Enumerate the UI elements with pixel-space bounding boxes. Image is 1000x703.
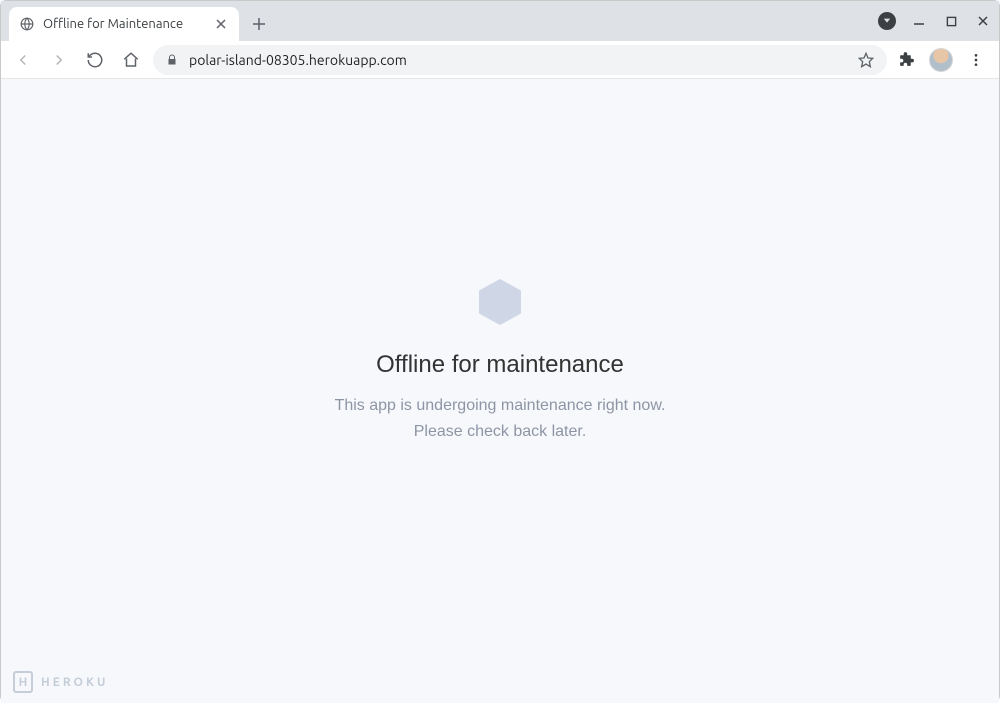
page-content: Offline for maintenance This app is unde… (1, 79, 999, 703)
tab-title: Offline for Maintenance (43, 17, 205, 31)
globe-icon (19, 16, 35, 32)
hexagon-icon (475, 277, 525, 327)
window-maximize-button[interactable] (941, 11, 961, 31)
heroku-logo-icon: H (13, 671, 33, 693)
maintenance-panel: Offline for maintenance This app is unde… (335, 277, 666, 444)
home-button[interactable] (117, 46, 145, 74)
maintenance-message-line2: Please check back later. (414, 419, 587, 445)
heroku-footer: H HEROKU (13, 671, 108, 693)
address-bar[interactable]: polar-island-08305.herokuapp.com (153, 45, 887, 75)
bookmark-star-icon[interactable] (857, 51, 875, 69)
incognito-indicator-icon[interactable] (877, 11, 897, 31)
window-close-button[interactable] (973, 11, 993, 31)
window-controls (877, 1, 993, 41)
reload-button[interactable] (81, 46, 109, 74)
heroku-wordmark: HEROKU (41, 676, 108, 689)
forward-button[interactable] (45, 46, 73, 74)
back-button[interactable] (9, 46, 37, 74)
browser-tab[interactable]: Offline for Maintenance (9, 7, 239, 41)
close-tab-button[interactable] (213, 16, 229, 32)
toolbar: polar-island-08305.herokuapp.com (1, 41, 999, 79)
toolbar-right (895, 48, 991, 72)
maintenance-message-line1: This app is undergoing maintenance right… (335, 393, 666, 419)
window-minimize-button[interactable] (909, 11, 929, 31)
extensions-button[interactable] (895, 49, 917, 71)
new-tab-button[interactable] (245, 10, 273, 38)
url-text: polar-island-08305.herokuapp.com (189, 52, 847, 68)
tab-strip: Offline for Maintenance (1, 1, 999, 41)
lock-icon (165, 53, 179, 67)
kebab-menu-button[interactable] (965, 49, 987, 71)
profile-avatar[interactable] (929, 48, 953, 72)
maintenance-heading: Offline for maintenance (376, 351, 624, 379)
